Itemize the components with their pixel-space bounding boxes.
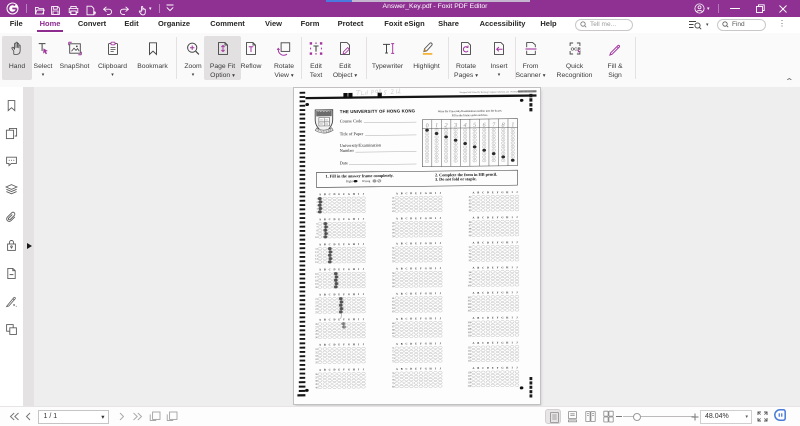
svg-text:1. Fill in the answer frame co: 1. Fill in the answer frame completely.	[326, 173, 394, 179]
svg-text:3: 3	[453, 123, 457, 129]
svg-text:1: 1	[511, 122, 515, 128]
svg-text:Course Code: Course Code	[340, 118, 362, 123]
svg-text:3. Do not fold or staple.: 3. Do not fold or staple.	[435, 176, 477, 181]
svg-text:Title of Paper: Title of Paper	[340, 131, 364, 136]
svg-text:100: 100	[468, 284, 472, 287]
svg-text:OCR: OCR	[570, 46, 581, 51]
svg-text:4: 4	[463, 123, 467, 129]
svg-text:5: 5	[473, 123, 476, 129]
svg-text:0: 0	[425, 123, 429, 129]
svg-text:THE UNIVERSITY OF HONG KONG: THE UNIVERSITY OF HONG KONG	[340, 108, 416, 114]
svg-text:110: 110	[468, 334, 472, 337]
svg-text:1: 1	[435, 123, 438, 129]
svg-text:Date: Date	[340, 160, 348, 165]
svg-text:Wrong: Wrong	[362, 179, 371, 183]
svg-text:120: 120	[468, 385, 472, 388]
svg-text:Write the University/Examinati: Write the University/Examination number …	[438, 110, 503, 114]
svg-text:Right: Right	[346, 179, 353, 183]
svg-text:105: 105	[468, 309, 472, 312]
svg-text:115: 115	[468, 359, 472, 362]
svg-text:2: 2	[444, 123, 448, 129]
svg-text:Number: Number	[340, 148, 355, 153]
svg-text:8: 8	[501, 122, 504, 128]
svg-text:Fill in the frame under each b: Fill in the frame under each box.	[452, 114, 489, 117]
